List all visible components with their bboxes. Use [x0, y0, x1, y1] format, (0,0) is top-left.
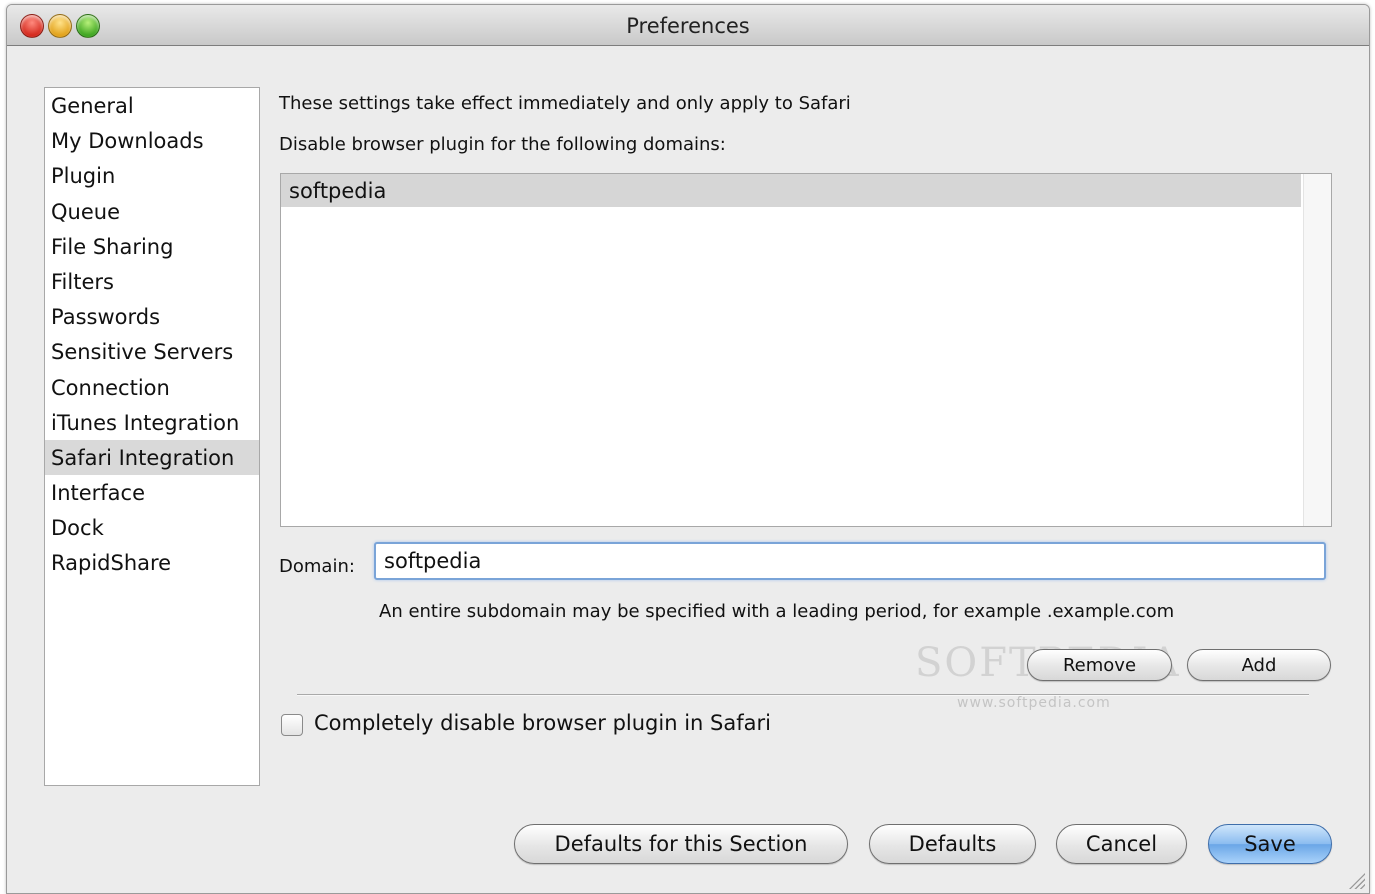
window-title: Preferences	[626, 14, 750, 38]
sidebar-item-general[interactable]: General	[45, 88, 259, 123]
sidebar-item-queue[interactable]: Queue	[45, 194, 259, 229]
softpedia-watermark-url: www.softpedia.com	[957, 695, 1111, 711]
sidebar-item-filters[interactable]: Filters	[45, 264, 259, 299]
disable-plugin-checkbox[interactable]	[281, 714, 303, 736]
domain-list-caption: Disable browser plugin for the following…	[279, 134, 726, 155]
sidebar-item-safari-integration[interactable]: Safari Integration	[45, 439, 259, 476]
domain-list[interactable]: softpedia	[280, 173, 1332, 527]
cancel-button[interactable]: Cancel	[1056, 824, 1187, 864]
domain-list-scrollbar[interactable]	[1303, 174, 1331, 526]
sidebar-item-passwords[interactable]: Passwords	[45, 299, 259, 334]
defaults-button[interactable]: Defaults	[869, 824, 1036, 864]
sidebar-item-interface[interactable]: Interface	[45, 475, 259, 510]
sidebar-item-itunes-integration[interactable]: iTunes Integration	[45, 405, 259, 440]
defaults-for-section-button[interactable]: Defaults for this Section	[514, 824, 848, 864]
settings-note: These settings take effect immediately a…	[279, 93, 851, 114]
domain-input[interactable]	[374, 542, 1326, 580]
domain-list-row[interactable]: softpedia	[281, 174, 1301, 207]
preferences-window: Preferences General My Downloads Plugin …	[6, 4, 1370, 894]
subdomain-hint: An entire subdomain may be specified wit…	[379, 601, 1175, 622]
preferences-sidebar: General My Downloads Plugin Queue File S…	[44, 87, 260, 786]
sidebar-item-my-downloads[interactable]: My Downloads	[45, 123, 259, 158]
sidebar-item-connection[interactable]: Connection	[45, 370, 259, 405]
section-divider	[297, 694, 1309, 696]
remove-button[interactable]: Remove	[1027, 649, 1172, 681]
sidebar-item-dock[interactable]: Dock	[45, 510, 259, 545]
add-button[interactable]: Add	[1187, 649, 1331, 681]
domain-label: Domain:	[279, 556, 355, 577]
resize-grip-icon[interactable]	[1347, 871, 1365, 889]
sidebar-item-file-sharing[interactable]: File Sharing	[45, 229, 259, 264]
sidebar-item-sensitive-servers[interactable]: Sensitive Servers	[45, 334, 259, 369]
sidebar-item-rapidshare[interactable]: RapidShare	[45, 545, 259, 580]
save-button[interactable]: Save	[1208, 824, 1332, 864]
sidebar-item-plugin[interactable]: Plugin	[45, 158, 259, 193]
disable-plugin-checkbox-label[interactable]: Completely disable browser plugin in Saf…	[314, 711, 771, 735]
title-bar[interactable]: Preferences	[7, 5, 1369, 46]
